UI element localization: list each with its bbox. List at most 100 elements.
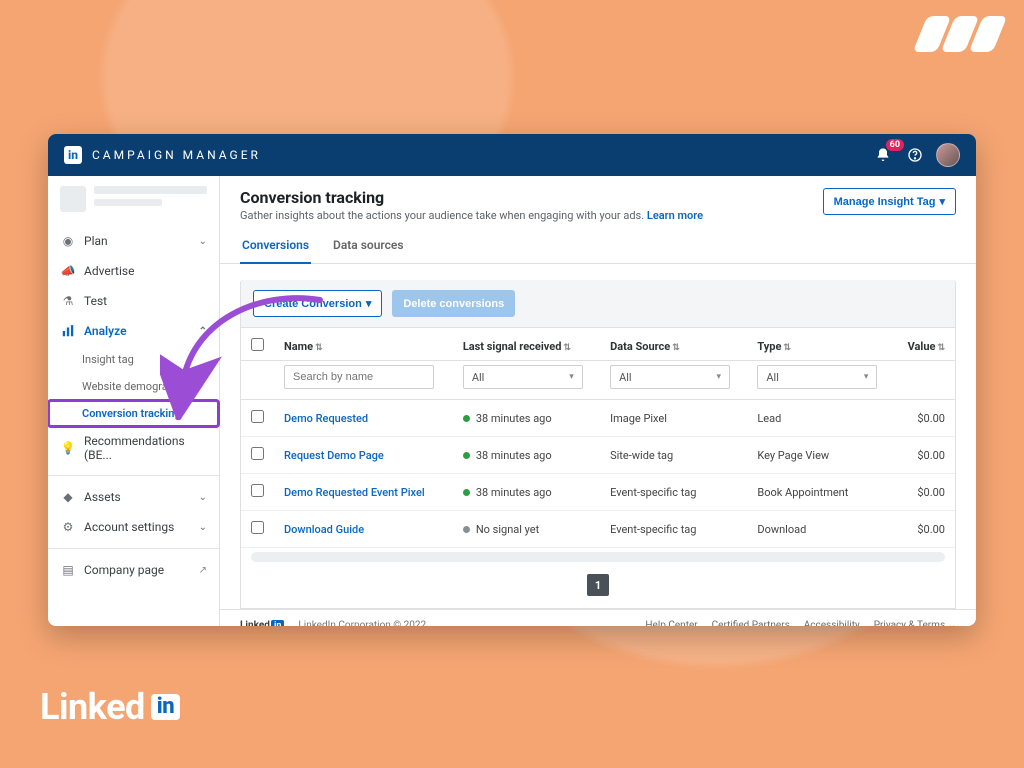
column-header-type[interactable]: Type⇅ <box>747 328 894 361</box>
footer-link-accessibility[interactable]: Accessibility <box>804 620 860 626</box>
sidebar-item-conversion-tracking[interactable]: Conversion tracking <box>48 400 219 427</box>
account-block-placeholder <box>48 176 219 226</box>
sidebar-item-test[interactable]: ⚗ Test <box>48 286 219 316</box>
type-filter[interactable]: All▾ <box>757 365 877 389</box>
chevron-up-icon: ⌃ <box>199 326 207 337</box>
page-subtitle: Gather insights about the actions your a… <box>240 209 803 222</box>
sidebar-item-label: Conversion tracking <box>82 407 181 420</box>
footer-link-privacy[interactable]: Privacy & Terms ⌄ <box>874 620 956 626</box>
column-header-last-signal[interactable]: Last signal received⇅ <box>453 328 600 361</box>
page-title: Conversion tracking <box>240 188 803 207</box>
button-label: Manage Insight Tag <box>834 196 936 208</box>
sort-icon: ⇅ <box>937 343 945 353</box>
footer-brand: Linkedin <box>240 620 284 626</box>
last-signal-filter[interactable]: All▾ <box>463 365 583 389</box>
status-dot <box>463 415 470 422</box>
sidebar-item-recommendations[interactable]: 💡 Recommendations (BE... <box>48 427 219 469</box>
table-row: Demo Requested 38 minutes agoImage PixelL… <box>241 400 955 437</box>
sidebar-item-analyze[interactable]: Analyze ⌃ <box>48 316 219 346</box>
table-row: Request Demo Page 38 minutes agoSite-wide… <box>241 437 955 474</box>
conversion-name-link[interactable]: Request Demo Page <box>284 449 384 462</box>
page-number[interactable]: 1 <box>587 574 609 596</box>
button-label: Delete conversions <box>403 298 504 310</box>
tab-data-sources[interactable]: Data sources <box>331 232 405 263</box>
conversion-name-link[interactable]: Demo Requested Event Pixel <box>284 486 425 499</box>
sidebar-item-label: Plan <box>84 234 108 248</box>
cell-last-signal: 38 minutes ago <box>453 437 600 474</box>
footer-copyright: LinkedIn Corporation © 2022 <box>298 620 426 626</box>
sidebar-item-label: Website demographics <box>82 380 194 393</box>
sidebar-divider <box>48 548 219 549</box>
row-checkbox[interactable] <box>251 410 264 423</box>
create-conversion-button[interactable]: Create Conversion ▾ <box>253 290 382 317</box>
sidebar-item-company-page[interactable]: ▤ Company page ↗ <box>48 555 219 585</box>
footer-link-help[interactable]: Help Center <box>645 620 697 626</box>
chevron-down-icon: ⌄ <box>199 492 207 503</box>
conversion-name-link[interactable]: Demo Requested <box>284 412 368 425</box>
column-header-name[interactable]: Name⇅ <box>274 328 453 361</box>
sidebar-item-label: Test <box>84 294 107 308</box>
megaphone-icon: 📣 <box>60 263 76 279</box>
sort-icon: ⇅ <box>672 343 680 353</box>
caret-down-icon: ▾ <box>717 372 722 382</box>
cell-last-signal: 38 minutes ago <box>453 474 600 511</box>
sidebar-item-label: Analyze <box>84 324 127 338</box>
caret-down-icon: ▾ <box>864 372 869 382</box>
page-header: Conversion tracking Gather insights abou… <box>220 176 976 222</box>
cell-last-signal: 38 minutes ago <box>453 400 600 437</box>
cell-data-source: Site-wide tag <box>600 437 747 474</box>
cell-type: Book Appointment <box>747 474 894 511</box>
status-dot <box>463 526 470 533</box>
sidebar-item-advertise[interactable]: 📣 Advertise <box>48 256 219 286</box>
column-header-value[interactable]: Value⇅ <box>895 328 955 361</box>
linkedin-in-chip: in <box>64 146 82 164</box>
row-checkbox[interactable] <box>251 521 264 534</box>
bars-icon <box>60 323 76 339</box>
sidebar-item-account-settings[interactable]: ⚙ Account settings ⌄ <box>48 512 219 542</box>
cell-type: Lead <box>747 400 894 437</box>
chevron-down-icon: ⌄ <box>948 620 956 626</box>
compass-icon: ◉ <box>60 233 76 249</box>
notification-badge: 60 <box>886 139 904 151</box>
sidebar-item-assets[interactable]: ◆ Assets ⌄ <box>48 482 219 512</box>
select-all-checkbox[interactable] <box>251 338 264 351</box>
bulb-icon: 💡 <box>60 440 76 456</box>
tab-conversions[interactable]: Conversions <box>240 232 311 264</box>
row-checkbox[interactable] <box>251 447 264 460</box>
data-source-filter[interactable]: All▾ <box>610 365 730 389</box>
avatar[interactable] <box>936 143 960 167</box>
column-header-data-source[interactable]: Data Source⇅ <box>600 328 747 361</box>
cell-type: Download <box>747 511 894 548</box>
sidebar-item-label: Assets <box>84 490 121 504</box>
horizontal-scrollbar[interactable] <box>251 552 945 562</box>
sidebar-item-plan[interactable]: ◉ Plan ⌄ <box>48 226 219 256</box>
sidebar-item-label: Company page <box>84 563 164 577</box>
row-checkbox[interactable] <box>251 484 264 497</box>
manage-insight-tag-button[interactable]: Manage Insight Tag ▾ <box>823 188 956 215</box>
delete-conversions-button: Delete conversions <box>392 290 515 317</box>
footer-link-partners[interactable]: Certified Partners <box>712 620 790 626</box>
sidebar-nav: ◉ Plan ⌄ 📣 Advertise ⚗ Test Analyze <box>48 226 219 585</box>
table-filter-row: All▾ All▾ All▾ <box>241 361 955 400</box>
conversion-name-link[interactable]: Download Guide <box>284 523 364 536</box>
sidebar-item-label: Recommendations (BE... <box>84 434 207 462</box>
sidebar-item-insight-tag[interactable]: Insight tag <box>48 346 219 373</box>
learn-more-link[interactable]: Learn more <box>647 209 703 222</box>
cell-value: $0.00 <box>895 474 955 511</box>
name-search-input[interactable] <box>284 365 434 389</box>
caret-down-icon: ▾ <box>939 195 945 208</box>
sort-icon: ⇅ <box>563 343 571 353</box>
cell-value: $0.00 <box>895 400 955 437</box>
sort-icon: ⇅ <box>315 343 323 353</box>
help-button[interactable] <box>904 144 926 166</box>
notifications-button[interactable]: 60 <box>872 144 894 166</box>
linkedin-in-box: in <box>151 694 180 720</box>
tabs: Conversions Data sources <box>220 222 976 264</box>
app-title: CAMPAIGN MANAGER <box>92 148 261 162</box>
sidebar-item-website-demographics[interactable]: Website demographics <box>48 373 219 400</box>
sidebar: ◉ Plan ⌄ 📣 Advertise ⚗ Test Analyze <box>48 176 220 626</box>
cell-type: Key Page View <box>747 437 894 474</box>
cell-value: $0.00 <box>895 437 955 474</box>
cell-data-source: Image Pixel <box>600 400 747 437</box>
sidebar-item-label: Account settings <box>84 520 174 534</box>
